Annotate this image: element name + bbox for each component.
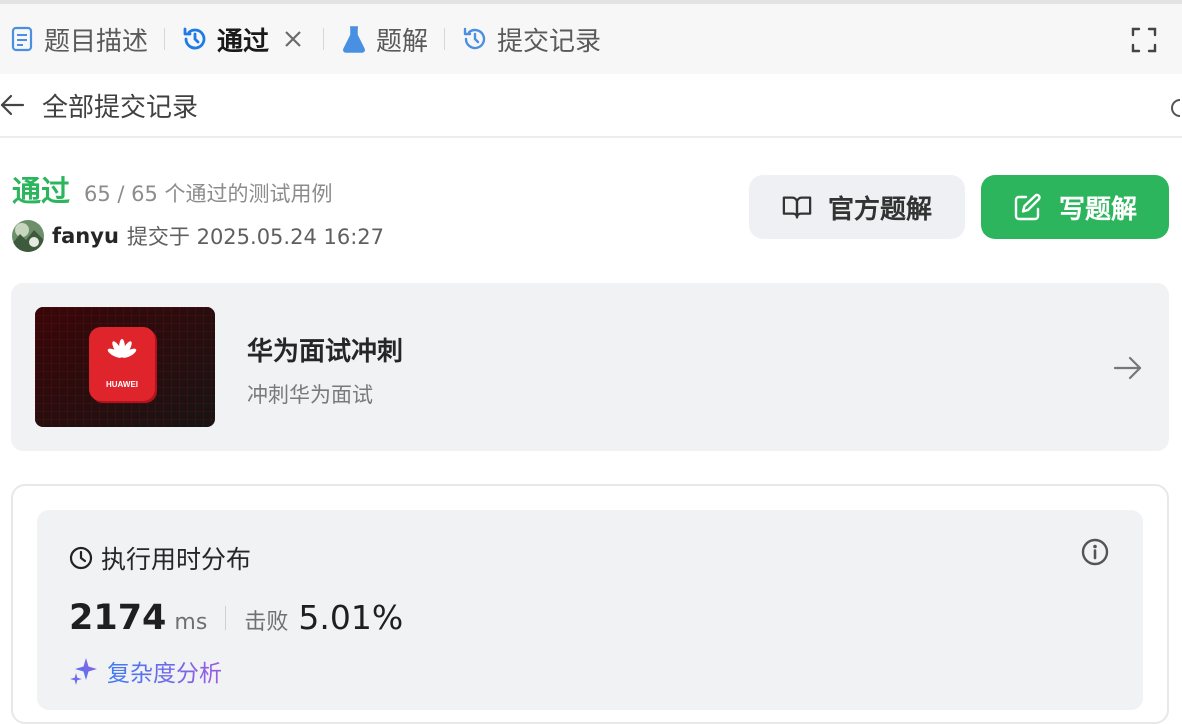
history-icon bbox=[181, 25, 209, 53]
performance-card: 执行用时分布 2174 ms 击败 5.01% 复杂度分析 bbox=[11, 484, 1169, 724]
tab-accepted-label: 通过 bbox=[217, 26, 270, 57]
flask-icon bbox=[340, 25, 368, 53]
runtime-unit: ms bbox=[174, 610, 208, 635]
huawei-promo-image: HUAWEI bbox=[35, 307, 215, 427]
tab-submissions[interactable]: 提交记录 bbox=[461, 4, 601, 74]
tab-divider bbox=[444, 28, 446, 50]
complexity-analysis-link[interactable]: 复杂度分析 bbox=[69, 654, 222, 688]
edit-icon bbox=[1013, 192, 1043, 222]
testcase-count: 65 / 65 个通过的测试用例 bbox=[84, 182, 333, 206]
complexity-analysis-label: 复杂度分析 bbox=[107, 654, 222, 688]
partial-icon[interactable] bbox=[1170, 96, 1182, 120]
write-solution-button[interactable]: 写题解 bbox=[981, 175, 1169, 239]
arrow-left-icon[interactable] bbox=[0, 92, 26, 118]
tab-solutions-label: 题解 bbox=[376, 26, 429, 57]
tab-description[interactable]: 题目描述 bbox=[8, 4, 148, 74]
document-icon bbox=[8, 25, 36, 53]
tab-divider bbox=[164, 28, 166, 50]
runtime-value: 2174 bbox=[69, 598, 167, 638]
tab-description-label: 题目描述 bbox=[44, 26, 149, 57]
all-submissions-link[interactable]: 全部提交记录 bbox=[42, 87, 198, 124]
runtime-title: 执行用时分布 bbox=[69, 540, 251, 576]
sparkle-icon bbox=[69, 656, 99, 686]
avatar[interactable] bbox=[12, 220, 44, 252]
official-solution-label: 官方题解 bbox=[827, 194, 932, 225]
promo-card[interactable]: HUAWEI 华为面试冲刺 冲刺华为面试 bbox=[11, 283, 1169, 451]
beat-percentage: 5.01% bbox=[298, 598, 404, 637]
tab-solutions[interactable]: 题解 bbox=[340, 4, 428, 74]
runtime-metric: 2174 ms 击败 5.01% bbox=[69, 598, 403, 638]
fullscreen-icon[interactable] bbox=[1130, 26, 1158, 54]
username[interactable]: fanyu bbox=[52, 224, 119, 248]
metric-divider bbox=[225, 606, 227, 630]
official-solution-button[interactable]: 官方题解 bbox=[749, 175, 965, 239]
submitter-info: fanyu 提交于 2025.05.24 16:27 bbox=[12, 220, 384, 252]
back-row: 全部提交记录 bbox=[0, 74, 1182, 138]
book-open-icon bbox=[782, 192, 812, 222]
promo-subtitle: 冲刺华为面试 bbox=[247, 383, 373, 407]
runtime-title-label: 执行用时分布 bbox=[101, 545, 252, 574]
beat-label: 击败 bbox=[244, 610, 289, 635]
runtime-panel: 执行用时分布 2174 ms 击败 5.01% 复杂度分析 bbox=[37, 510, 1143, 710]
status-accepted: 通过 bbox=[12, 174, 71, 208]
write-solution-label: 写题解 bbox=[1058, 194, 1137, 225]
history-icon bbox=[461, 25, 489, 53]
info-icon[interactable] bbox=[1081, 538, 1109, 566]
tab-accepted[interactable]: 通过 bbox=[181, 4, 307, 74]
promo-title: 华为面试冲刺 bbox=[247, 337, 404, 367]
huawei-logo-text: HUAWEI bbox=[106, 380, 138, 389]
tab-bar: 题目描述 通过 题解 提交记录 bbox=[0, 4, 1182, 74]
clock-icon bbox=[69, 546, 93, 570]
arrow-right-icon bbox=[1113, 353, 1143, 383]
submission-status: 通过 65 / 65 个通过的测试用例 bbox=[12, 168, 333, 210]
tab-submissions-label: 提交记录 bbox=[497, 26, 602, 57]
submit-time: 提交于 2025.05.24 16:27 bbox=[126, 225, 385, 249]
close-icon[interactable] bbox=[279, 25, 307, 53]
tab-divider bbox=[323, 28, 325, 50]
